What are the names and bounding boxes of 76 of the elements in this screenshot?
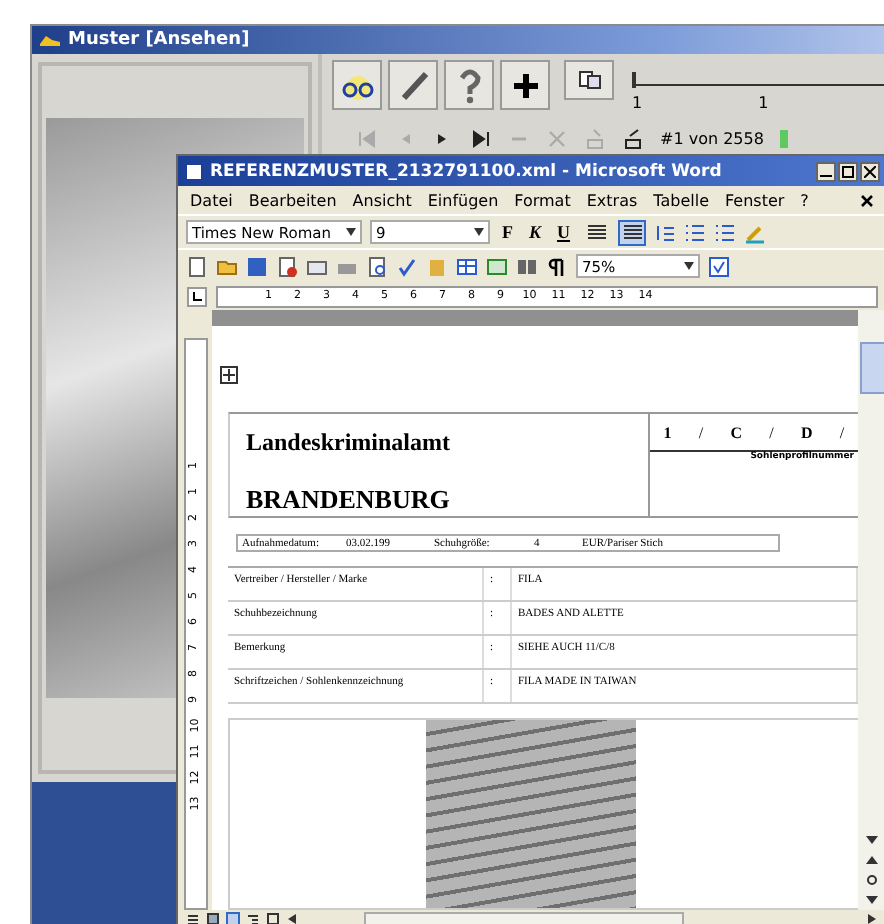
normal-view-icon[interactable] (186, 912, 200, 924)
profile-number-field: D (800, 423, 813, 441)
caret-icon (474, 228, 484, 236)
heading: Landeskriminalamt (246, 428, 453, 458)
print-preview-icon[interactable] (366, 255, 388, 277)
close-icon (864, 165, 876, 177)
columns-icon[interactable] (516, 255, 538, 277)
record-counter: #1 von 2558 (660, 130, 764, 148)
vertical-scrollbar[interactable] (858, 310, 884, 910)
numbered-list-icon[interactable] (684, 221, 707, 243)
profile-separator: / (839, 423, 845, 441)
reading-view-icon[interactable] (266, 912, 280, 924)
email-icon[interactable] (306, 255, 328, 277)
menu-item[interactable]: Extras (586, 191, 638, 209)
table-icon[interactable] (456, 255, 478, 277)
align-button[interactable] (618, 219, 647, 245)
table-move-icon[interactable] (220, 366, 238, 384)
previous-page-icon[interactable] (864, 854, 880, 866)
last-icon[interactable] (470, 128, 492, 150)
bullet-list-icon[interactable] (714, 221, 737, 243)
menu-item[interactable]: Bearbeiten (248, 191, 337, 209)
format-button[interactable]: K (525, 222, 546, 242)
format-button[interactable]: U (553, 222, 575, 242)
menu-item[interactable]: Datei (190, 191, 233, 209)
outline-view-icon[interactable] (246, 912, 260, 924)
copy-icon (577, 70, 601, 90)
window-title: REFERENZMUSTER_2132791100.xml - Microsoft Word (210, 161, 722, 181)
subheading: BRANDENBURG (246, 484, 452, 516)
window-title: Muster [Ansehen] (68, 30, 250, 50)
new-document-icon[interactable] (186, 255, 208, 277)
spreadsheet-icon[interactable] (486, 255, 508, 277)
document-icon (184, 161, 204, 181)
glasses-button[interactable] (332, 60, 382, 110)
menu-item[interactable]: Tabelle (653, 191, 709, 209)
close-icon[interactable] (860, 193, 874, 207)
browse-object-icon[interactable] (864, 874, 880, 886)
profile-number-field: C (730, 423, 743, 441)
caret-icon (684, 262, 694, 270)
tray-icon[interactable] (622, 128, 644, 150)
save-icon[interactable] (246, 255, 268, 277)
web-view-icon[interactable] (206, 912, 220, 924)
plus-icon (511, 71, 539, 99)
menu-item[interactable]: Ansicht (352, 191, 412, 209)
menu-item[interactable]: Fenster (725, 191, 785, 209)
profile-number-field: 1 (663, 423, 672, 441)
help-button[interactable] (444, 60, 494, 110)
glasses-icon (337, 71, 377, 99)
format-button[interactable]: F (498, 222, 517, 242)
menu-item[interactable]: Einfügen (427, 191, 499, 209)
caret-icon (346, 228, 356, 236)
folder-icon[interactable] (216, 255, 238, 277)
add-button[interactable] (500, 60, 550, 110)
profile-separator: / (698, 423, 704, 441)
scroll-down-icon[interactable] (864, 834, 880, 846)
status-indicator (779, 130, 788, 148)
line-spacing-icon[interactable] (654, 221, 677, 243)
align-button[interactable] (582, 219, 611, 245)
checkbox-icon[interactable] (708, 255, 730, 277)
spelling-icon[interactable] (396, 255, 418, 277)
menu-item[interactable]: ? (800, 191, 809, 209)
close-button[interactable] (860, 161, 880, 181)
minimize-button[interactable] (816, 161, 836, 181)
next-page-icon[interactable] (864, 894, 880, 906)
slider-label: 1 (758, 94, 769, 112)
pilcrow-icon[interactable] (546, 255, 568, 277)
slider-label: 1 (632, 94, 643, 112)
maximize-button[interactable] (838, 161, 858, 181)
shoe-icon (38, 32, 62, 48)
copy-button[interactable] (564, 60, 614, 100)
menu-item[interactable]: Format (514, 191, 571, 209)
pen-button[interactable] (388, 60, 438, 110)
permission-icon[interactable] (276, 255, 298, 277)
profile-separator: / (769, 423, 774, 441)
scrollbar-thumb[interactable] (859, 342, 884, 394)
tab-stop-icon[interactable] (186, 285, 208, 307)
maximize-icon (842, 165, 854, 177)
